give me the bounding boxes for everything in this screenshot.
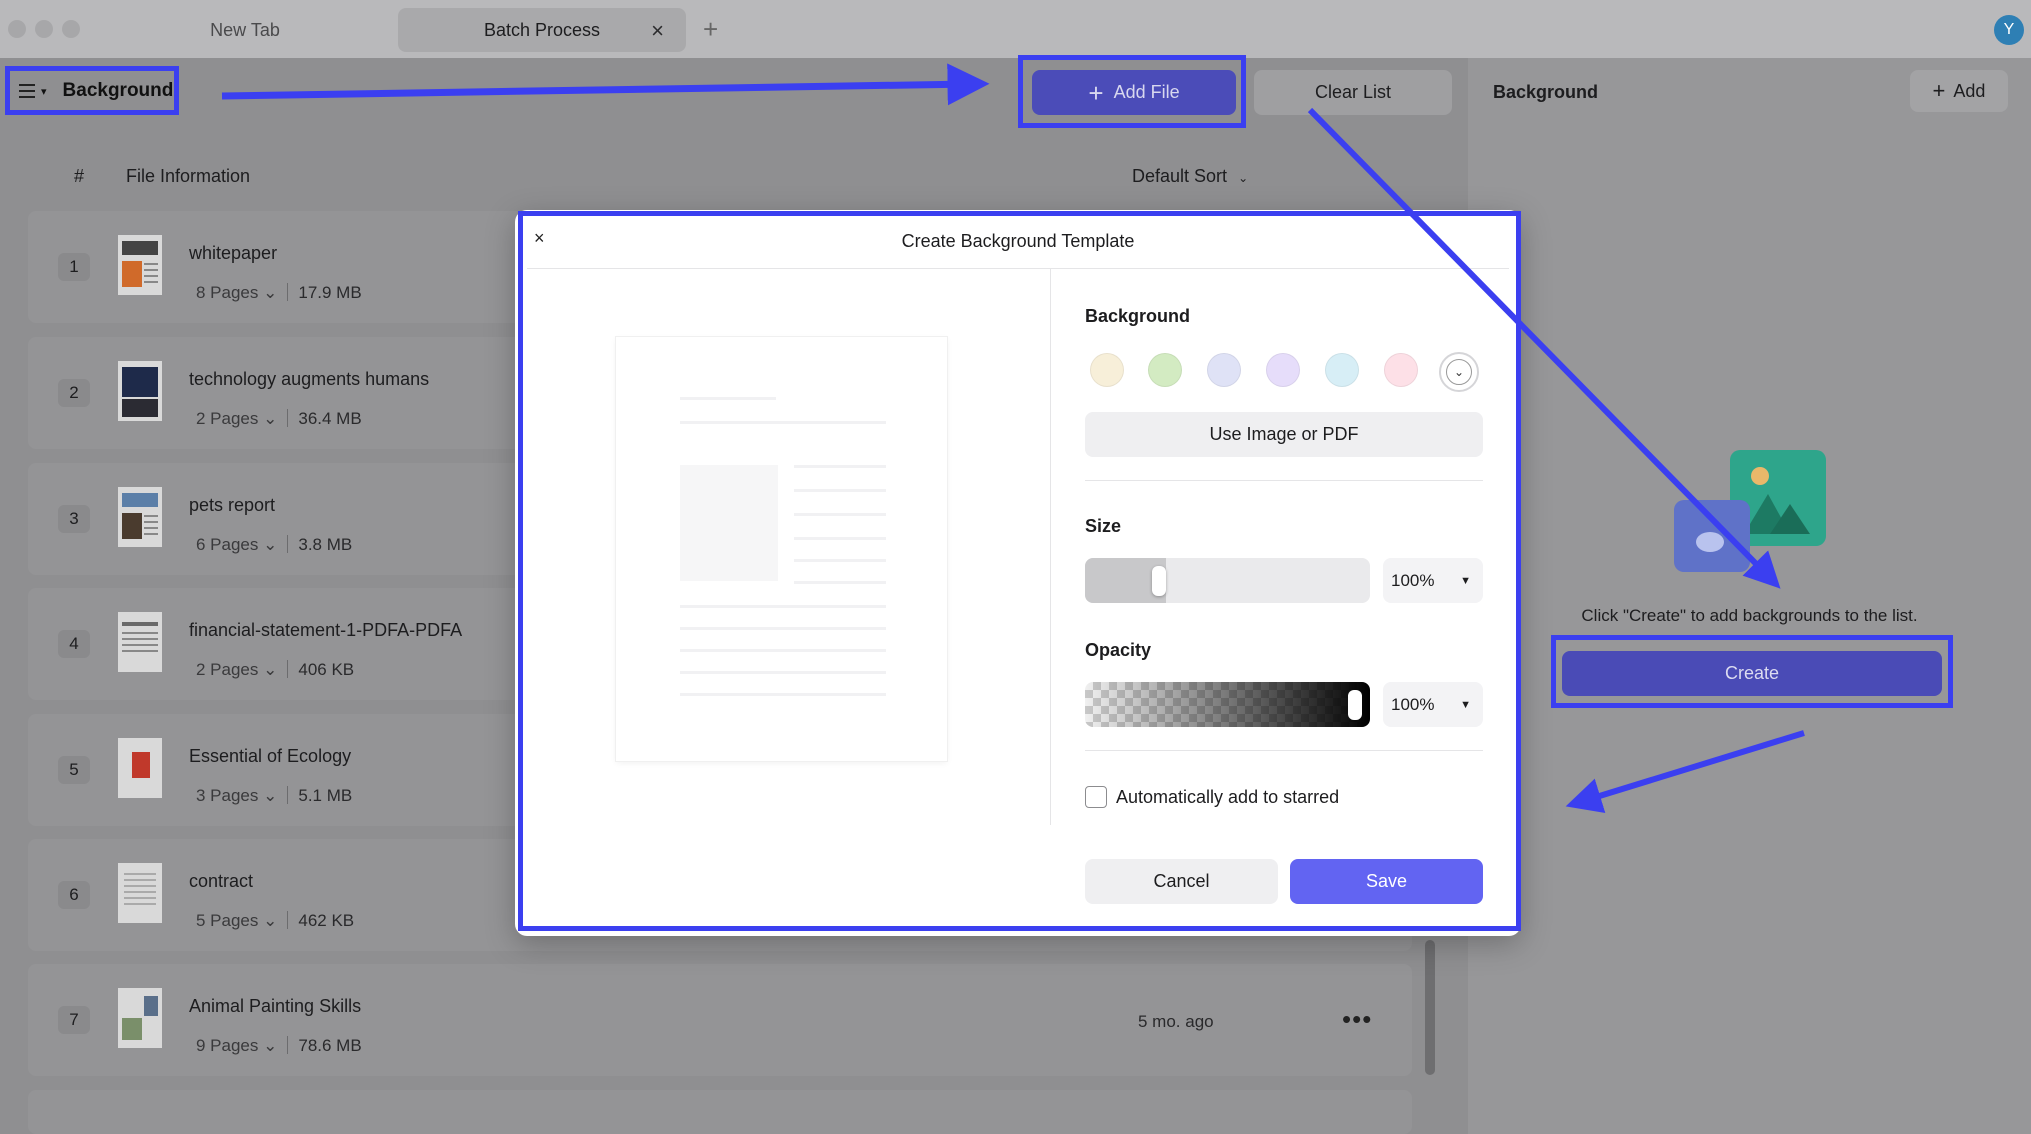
arrow-to-illustration [1307,107,1781,589]
annotation-arrows [221,63,1805,814]
arrow-to-add-file [221,63,990,106]
arrow-to-dialog [1565,730,1805,814]
